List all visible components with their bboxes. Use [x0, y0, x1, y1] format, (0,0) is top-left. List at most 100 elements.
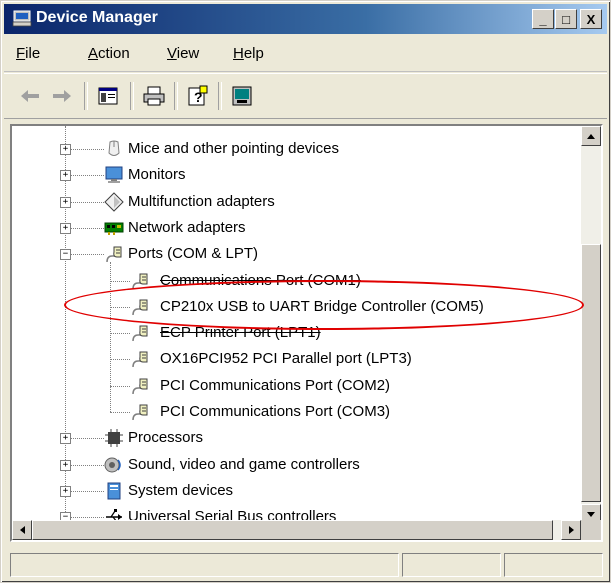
- tree-connector-line: [70, 175, 104, 177]
- tree-category-item[interactable]: + Network adapters: [12, 216, 581, 240]
- help-icon: ?: [188, 85, 208, 106]
- menu-file[interactable]: File: [16, 45, 40, 62]
- update-driver-icon: [232, 86, 252, 106]
- properties-icon: [98, 87, 118, 105]
- tree-connector-line: [70, 149, 104, 150]
- tree-connector-line: [110, 333, 130, 335]
- toolbar: ?: [4, 73, 607, 119]
- processor-icon: [104, 428, 124, 448]
- maximize-button[interactable]: □: [555, 9, 577, 29]
- forward-button[interactable]: [48, 82, 76, 110]
- port-icon: [130, 297, 150, 317]
- tree-category-item[interactable]: − Ports (COM & LPT): [12, 242, 581, 266]
- tree-child-item[interactable]: PCI Communications Port (COM3): [12, 400, 581, 424]
- port-icon: [130, 323, 150, 343]
- arrow-down-icon: [587, 511, 595, 517]
- collapse-icon[interactable]: −: [60, 249, 71, 261]
- tree-child-item[interactable]: ECP Printer Port (LPT1): [12, 321, 581, 345]
- tree-item-label: Monitors: [128, 166, 186, 184]
- port-icon: [130, 402, 150, 422]
- device-manager-window: Device Manager _ □ X File Action View He…: [0, 0, 611, 583]
- print-button[interactable]: [140, 82, 168, 110]
- close-button[interactable]: X: [580, 9, 602, 29]
- menu-bar: File Action View Help: [4, 37, 607, 72]
- menu-view[interactable]: View: [167, 45, 199, 62]
- tree-connector-line: [70, 517, 104, 519]
- title-bar[interactable]: Device Manager _ □ X: [4, 4, 607, 34]
- network-adapter-icon: [104, 218, 124, 238]
- scrollbar-corner: [581, 520, 601, 540]
- computer-icon: [12, 10, 32, 27]
- scroll-left-button[interactable]: [12, 520, 32, 540]
- tree-child-item[interactable]: CP210x USB to UART Bridge Controller (CO…: [12, 295, 581, 319]
- tree-item-label: Communications Port (COM1): [160, 271, 361, 289]
- tree-item-label: PCI Communications Port (COM3): [160, 403, 391, 420]
- expand-icon[interactable]: +: [60, 459, 71, 471]
- toolbar-separator: [84, 82, 88, 110]
- scroll-up-button[interactable]: [581, 126, 601, 146]
- tree-connector-line: [110, 412, 130, 413]
- expand-icon[interactable]: +: [60, 433, 71, 445]
- port-icon: [130, 271, 150, 291]
- tree-item-label: Network adapters: [128, 218, 246, 236]
- menu-action[interactable]: Action: [88, 45, 130, 62]
- expand-icon[interactable]: +: [60, 144, 71, 155]
- expand-icon[interactable]: +: [60, 170, 71, 182]
- update-driver-button[interactable]: [228, 82, 256, 110]
- vertical-scroll-thumb[interactable]: [581, 244, 601, 502]
- tree-category-item[interactable]: + System devices: [12, 479, 581, 503]
- tree-child-item[interactable]: Communications Port (COM1): [12, 269, 581, 293]
- tree-connector-line: [110, 280, 130, 282]
- horizontal-scroll-thumb[interactable]: [32, 520, 553, 540]
- tree-connector-line: [70, 201, 104, 203]
- horizontal-scrollbar[interactable]: [12, 520, 581, 540]
- tree-category-item[interactable]: + Multifunction adapters: [12, 190, 581, 214]
- tree-child-item[interactable]: PCI Communications Port (COM2): [12, 374, 581, 398]
- sound-icon: [104, 455, 124, 475]
- tree-item-label: PCI Communications Port (COM2): [160, 376, 391, 394]
- tree-connector-line: [70, 227, 104, 229]
- minimize-button[interactable]: _: [532, 9, 554, 29]
- toolbar-separator: [130, 82, 134, 110]
- back-button[interactable]: [16, 82, 44, 110]
- port-icon: [130, 376, 150, 396]
- properties-button[interactable]: [94, 82, 122, 110]
- port-icon: [104, 244, 124, 264]
- back-arrow-icon: [21, 90, 39, 102]
- arrow-right-icon: [568, 526, 574, 534]
- expand-icon[interactable]: +: [60, 485, 71, 497]
- tree-category-item[interactable]: + Mice and other pointing devices: [12, 137, 581, 161]
- forward-arrow-icon: [53, 90, 71, 102]
- tree-item-label: CP210x USB to UART Bridge Controller (CO…: [160, 297, 484, 315]
- tree-category-item[interactable]: + Processors: [12, 426, 581, 450]
- menu-help[interactable]: Help: [233, 45, 264, 62]
- tree-category-item[interactable]: + Monitors: [12, 163, 581, 187]
- tree-child-item[interactable]: OX16PCI952 PCI Parallel port (LPT3): [12, 347, 581, 371]
- status-panel: [10, 553, 399, 577]
- mouse-icon: [104, 139, 124, 159]
- tree-connector-line: [70, 438, 104, 440]
- tree-connector-line: [110, 306, 130, 308]
- help-button[interactable]: ?: [184, 82, 212, 110]
- arrow-up-icon: [587, 133, 595, 139]
- toolbar-separator: [218, 82, 222, 110]
- tree-category-item[interactable]: + Sound, video and game controllers: [12, 453, 581, 477]
- vertical-scrollbar[interactable]: [581, 126, 601, 524]
- expand-icon[interactable]: +: [60, 222, 71, 234]
- tree-connector-line: [70, 490, 104, 492]
- status-panel: [402, 553, 501, 577]
- multifunction-icon: [104, 191, 124, 212]
- tree-item-label: System devices: [128, 481, 234, 499]
- expand-icon[interactable]: +: [60, 196, 71, 208]
- tree-connector-line: [70, 254, 104, 256]
- tree-connector-line: [110, 385, 130, 387]
- tree-item-label: Ports (COM & LPT): [128, 245, 259, 263]
- tree-item-label: Mice and other pointing devices: [128, 140, 339, 157]
- tree-connector-line: [110, 359, 130, 361]
- system-device-icon: [104, 481, 124, 501]
- toolbar-separator: [174, 82, 178, 110]
- scroll-right-button[interactable]: [561, 520, 581, 540]
- status-bar: [4, 550, 607, 580]
- port-icon: [130, 349, 150, 369]
- print-icon: [143, 86, 165, 106]
